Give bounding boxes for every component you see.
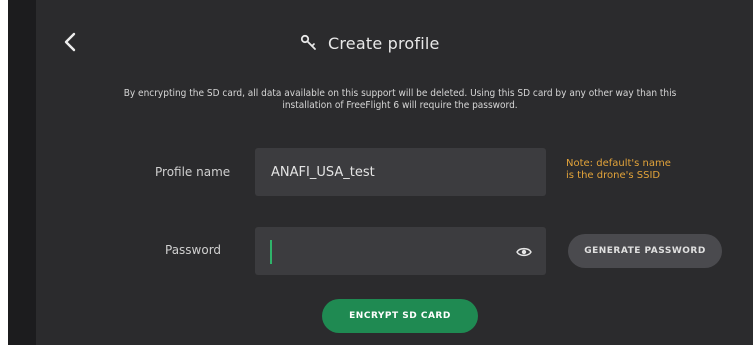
left-edge-bar <box>8 0 36 345</box>
chevron-left-icon <box>64 32 76 52</box>
page-header: Create profile <box>300 28 440 58</box>
eye-icon[interactable] <box>516 244 532 260</box>
warning-text: By encrypting the SD card, all data avai… <box>123 88 677 111</box>
profile-name-field[interactable]: ANAFI_USA_test <box>255 148 546 196</box>
generate-password-button[interactable]: GENERATE PASSWORD <box>568 234 722 268</box>
default-name-note: Note: default's name is the drone's SSID <box>566 158 671 182</box>
key-icon <box>300 34 316 50</box>
back-button[interactable] <box>56 28 84 56</box>
note-line-1: Note: default's name <box>566 158 671 169</box>
note-line-2: is the drone's SSID <box>566 170 661 181</box>
profile-name-label: Profile name <box>155 165 231 179</box>
profile-name-value: ANAFI_USA_test <box>271 164 375 180</box>
text-cursor <box>270 240 272 264</box>
page-title: Create profile <box>328 33 440 53</box>
password-field[interactable] <box>255 227 546 275</box>
password-label: Password <box>165 243 222 257</box>
encrypt-sd-card-button[interactable]: ENCRYPT SD CARD <box>322 299 478 333</box>
